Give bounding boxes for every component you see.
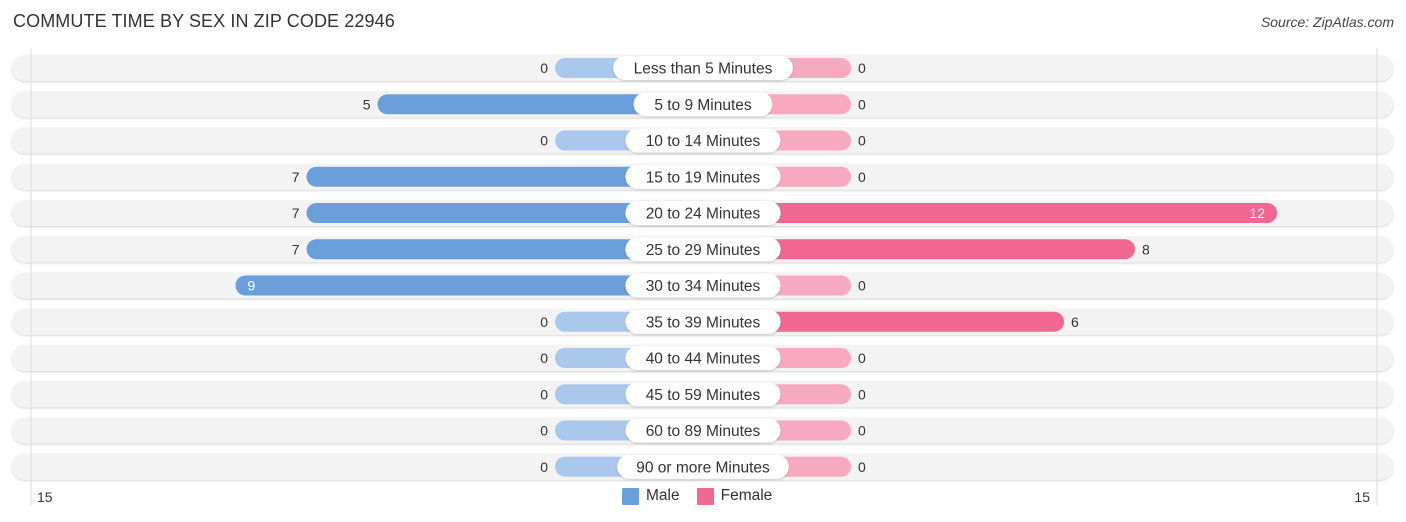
category-label: 5 to 9 Minutes (654, 97, 752, 114)
value-label-male: 7 (292, 205, 300, 221)
category-label: 15 to 19 Minutes (646, 169, 761, 186)
bar-female[interactable] (703, 203, 1277, 223)
value-label-female: 0 (858, 133, 866, 149)
value-label-female: 0 (858, 60, 866, 76)
chart-row: 0 0 10 to 14 Minutes (12, 127, 1393, 154)
value-label-male: 0 (540, 314, 548, 330)
value-label-male: 7 (292, 169, 300, 185)
chart-row: 0 6 35 to 39 Minutes (12, 308, 1393, 335)
value-label-male: 0 (540, 60, 548, 76)
value-label-female: 0 (858, 386, 866, 402)
chart-row: 5 0 5 to 9 Minutes (12, 91, 1393, 118)
value-label-male: 0 (540, 350, 548, 366)
category-label: 25 to 29 Minutes (646, 242, 761, 259)
chart-row: 9 0 30 to 34 Minutes (12, 272, 1393, 299)
category-label: 35 to 39 Minutes (646, 314, 761, 331)
value-label-female: 0 (858, 169, 866, 185)
category-label: 60 to 89 Minutes (646, 423, 761, 440)
chart-row: 7 0 15 to 19 Minutes (12, 163, 1393, 190)
chart-row: 0 0 45 to 59 Minutes (12, 381, 1393, 408)
category-label: 40 to 44 Minutes (646, 351, 761, 368)
value-label-female: 12 (1249, 205, 1265, 221)
category-label: 30 to 34 Minutes (646, 278, 761, 295)
value-label-female: 8 (1142, 241, 1150, 257)
value-label-male: 0 (540, 459, 548, 475)
chart-row: 0 0 60 to 89 Minutes (12, 417, 1393, 444)
legend: Male Female (622, 487, 789, 505)
category-label: 10 to 14 Minutes (646, 133, 761, 150)
value-label-female: 6 (1071, 314, 1079, 330)
category-label: 90 or more Minutes (636, 459, 770, 476)
value-label-female: 0 (858, 459, 866, 475)
value-label-male: 0 (540, 423, 548, 439)
value-label-female: 0 (858, 278, 866, 294)
chart-row: 7 8 25 to 29 Minutes (12, 236, 1393, 263)
legend-label-female: Female (720, 487, 773, 504)
value-label-male: 9 (248, 278, 256, 294)
category-label: 20 to 24 Minutes (646, 206, 761, 223)
category-label: Less than 5 Minutes (634, 61, 773, 78)
legend-swatch-male (622, 487, 639, 505)
value-label-male: 0 (540, 386, 548, 402)
axis-right-label: 15 (1354, 489, 1370, 505)
value-label-female: 0 (858, 96, 866, 112)
legend-item-male[interactable]: Male (622, 487, 680, 505)
value-label-male: 0 (540, 133, 548, 149)
value-label-male: 5 (363, 96, 371, 112)
category-label: 45 to 59 Minutes (646, 387, 761, 404)
chart-row: 7 12 20 to 24 Minutes (12, 200, 1393, 226)
value-label-male: 7 (292, 241, 300, 257)
chart-row: 0 0 Less than 5 Minutes (12, 55, 1393, 81)
axis-left-label: 15 (37, 489, 53, 505)
legend-item-female[interactable]: Female (696, 487, 773, 505)
chart-row: 0 0 40 to 44 Minutes (12, 345, 1393, 371)
chart-svg: 0 0 Less than 5 Minutes 5 0 5 to 9 Minutes 0 0 1… (12, 48, 1393, 505)
legend-swatch-female (696, 487, 714, 505)
legend-label-male: Male (646, 487, 680, 504)
value-label-female: 0 (858, 423, 866, 439)
chart-row: 0 0 90 or more Minutes (12, 453, 1393, 480)
value-label-female: 0 (858, 350, 866, 366)
